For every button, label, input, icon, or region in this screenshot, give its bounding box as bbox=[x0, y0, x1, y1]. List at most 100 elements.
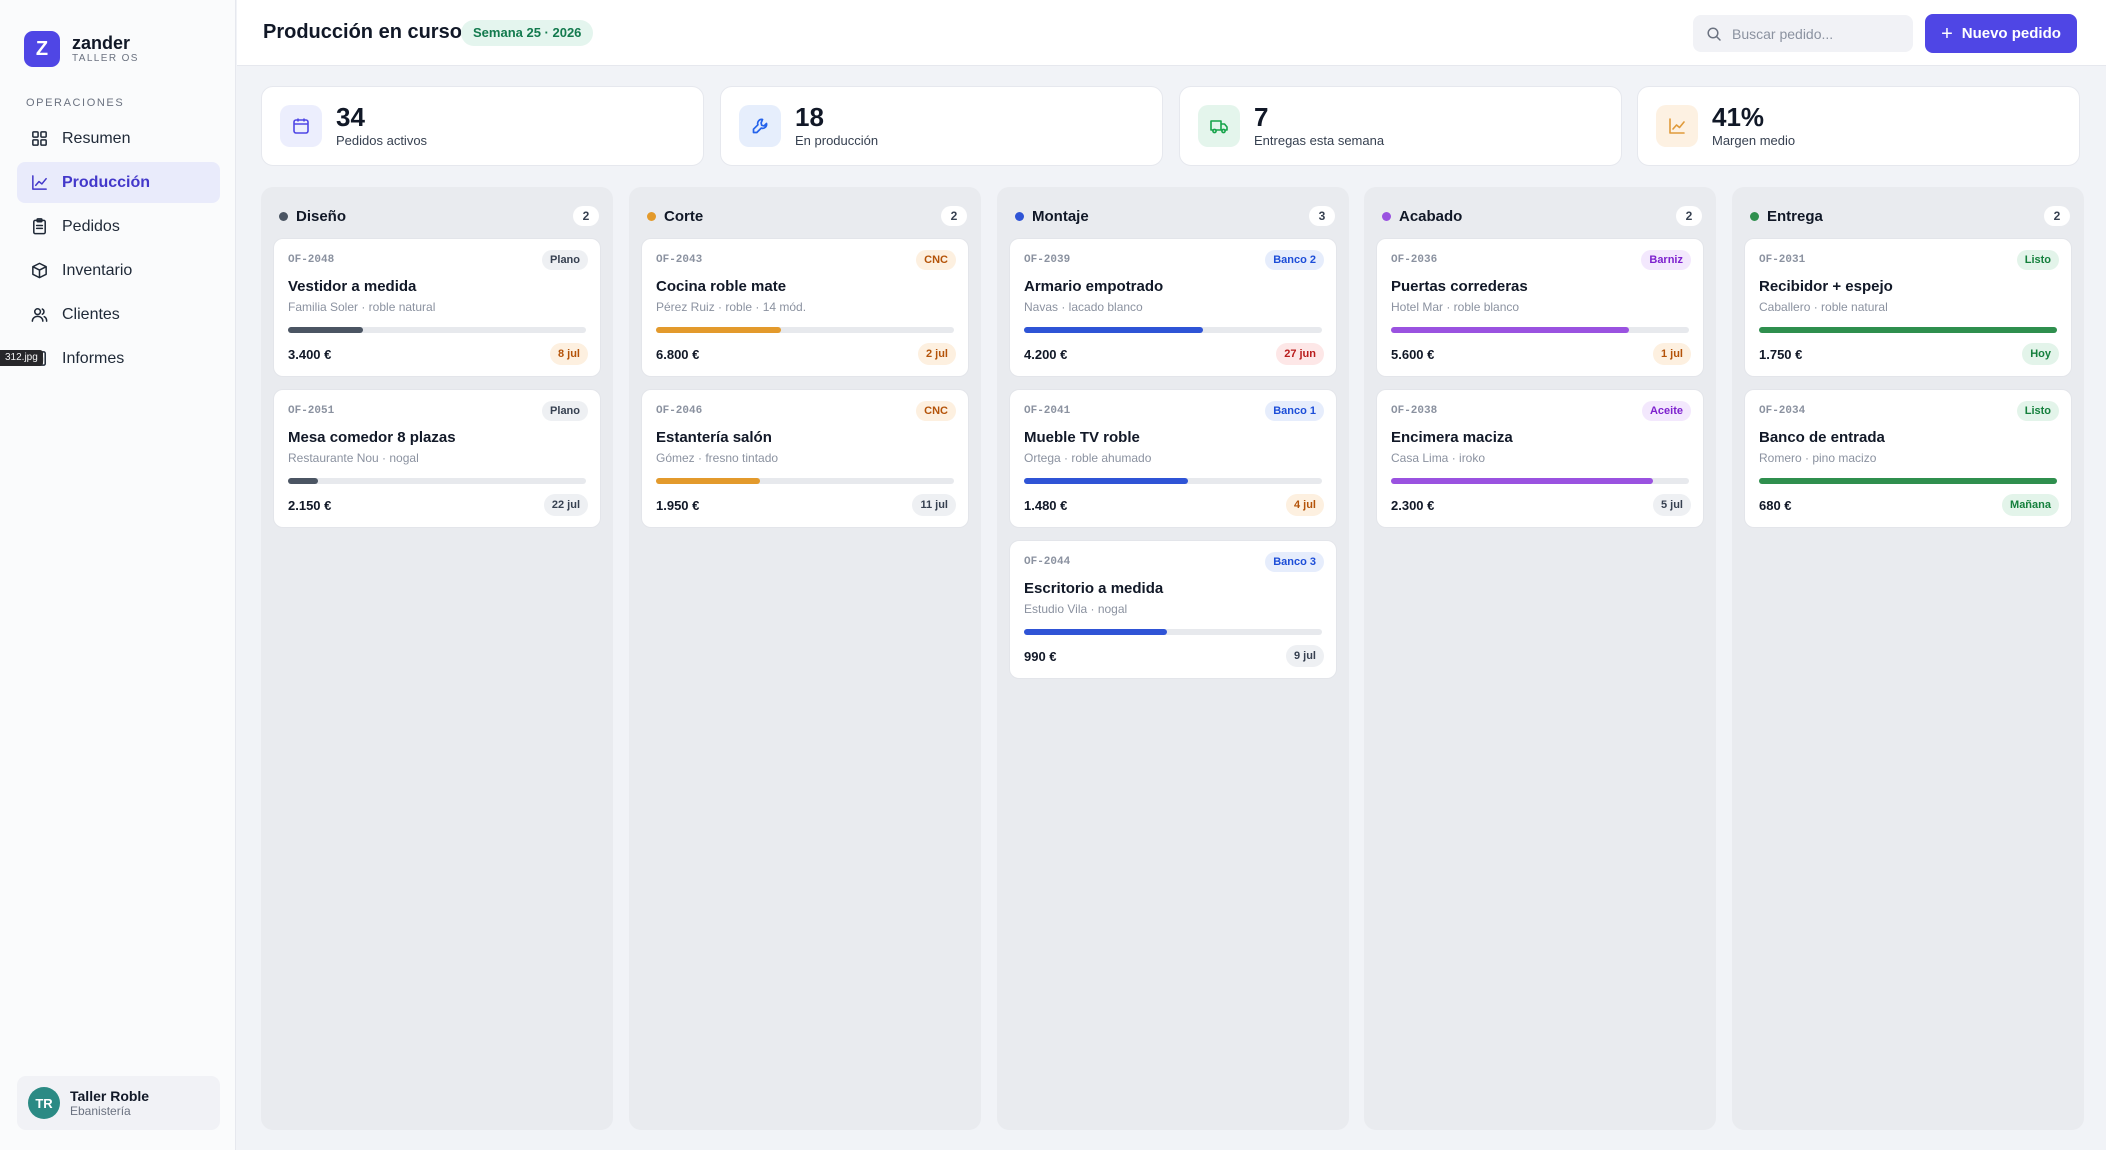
order-client: Casa Lima · iroko bbox=[1391, 451, 1486, 465]
users-icon bbox=[31, 308, 48, 322]
order-card[interactable]: OF-2044 Banco 3 Escritorio a medida Estudio… bbox=[1009, 540, 1337, 679]
column-count-badge: 2 bbox=[2044, 206, 2070, 226]
order-card[interactable]: OF-2031 Listo Recibidor + espejo Caballero … bbox=[1744, 238, 2072, 377]
user-card[interactable]: TR Taller Roble Ebanistería bbox=[17, 1076, 220, 1130]
progress-fill bbox=[1759, 327, 2057, 333]
box-icon bbox=[32, 262, 47, 279]
order-card[interactable]: OF-2036 Barniz Puertas correderas Hotel Mar… bbox=[1376, 238, 1704, 377]
progress-track bbox=[656, 327, 954, 333]
plus-icon: + bbox=[1941, 22, 1953, 45]
order-id: OF-2038 bbox=[1391, 405, 1438, 417]
progress-fill bbox=[1024, 327, 1203, 333]
stage-tag: Listo bbox=[2016, 401, 2059, 421]
stat-card-margin: 41% Margen medio bbox=[1637, 86, 2080, 166]
order-title: Encimera maciza bbox=[1391, 429, 1513, 446]
column-title: Corte bbox=[664, 207, 704, 225]
order-price: 5.600 € bbox=[1391, 347, 1435, 362]
calendar-icon bbox=[280, 105, 322, 147]
order-id: OF-2051 bbox=[288, 405, 335, 417]
sidebar-item-produccion[interactable]: Producción bbox=[17, 162, 220, 203]
due-date-badge: 11 jul bbox=[912, 494, 956, 516]
stage-tag: Plano bbox=[542, 401, 588, 421]
sidebar-item-label: Resumen bbox=[62, 129, 131, 147]
order-title: Mesa comedor 8 plazas bbox=[288, 429, 456, 446]
brand[interactable]: Z zander TALLER OS bbox=[24, 31, 139, 67]
kanban-board: Diseño 2 OF-2048 Plano Vestidor a medida Fami… bbox=[261, 187, 2084, 1130]
order-title: Armario empotrado bbox=[1024, 278, 1164, 295]
progress-track bbox=[1759, 327, 2057, 333]
file-name-tooltip: 312.jpg bbox=[0, 350, 43, 366]
chart-line-icon bbox=[32, 175, 47, 190]
column-header: Corte 2 bbox=[647, 203, 967, 229]
sidebar-item-label: Clientes bbox=[62, 305, 120, 323]
status-dot-icon bbox=[647, 211, 656, 221]
stat-card-deliveries: 7 Entregas esta semana bbox=[1179, 86, 1622, 166]
user-role: Ebanistería bbox=[70, 1104, 131, 1118]
stat-label: Margen medio bbox=[1712, 133, 1796, 148]
progress-fill bbox=[656, 478, 761, 484]
kanban-column: Acabado 2 OF-2036 Barniz Puertas correderas H… bbox=[1364, 187, 1716, 1130]
due-date-badge: 27 jun bbox=[1276, 343, 1324, 365]
kanban-column: Montaje 3 OF-2039 Banco 2 Armario empotrado N… bbox=[997, 187, 1349, 1130]
search-icon bbox=[1707, 26, 1721, 41]
column-count-badge: 3 bbox=[1309, 206, 1335, 226]
order-id: OF-2039 bbox=[1024, 254, 1071, 266]
sidebar-item-inventario[interactable]: Inventario bbox=[17, 250, 220, 291]
order-id: OF-2046 bbox=[656, 405, 703, 417]
order-id: OF-2048 bbox=[288, 254, 335, 266]
progress-fill bbox=[1024, 629, 1168, 635]
due-date-badge: Mañana bbox=[2002, 494, 2059, 516]
status-dot-icon bbox=[1015, 211, 1024, 221]
order-title: Vestidor a medida bbox=[288, 278, 417, 295]
order-card[interactable]: OF-2034 Listo Banco de entrada Romero · pin… bbox=[1744, 389, 2072, 528]
stage-tag: Banco 3 bbox=[1265, 552, 1324, 572]
order-client: Navas · lacado blanco bbox=[1024, 300, 1143, 314]
stat-label: Entregas esta semana bbox=[1254, 133, 1385, 148]
card-list: OF-2043 CNC Cocina roble mate Pérez Ruiz · … bbox=[641, 238, 969, 540]
order-id: OF-2044 bbox=[1024, 556, 1071, 568]
sidebar-item-clientes[interactable]: Clientes bbox=[17, 294, 220, 335]
stage-tag: CNC bbox=[916, 250, 956, 270]
progress-fill bbox=[288, 327, 363, 333]
order-title: Puertas correderas bbox=[1391, 278, 1528, 295]
progress-track bbox=[1759, 478, 2057, 484]
search-input[interactable] bbox=[1732, 25, 1902, 42]
order-card[interactable]: OF-2043 CNC Cocina roble mate Pérez Ruiz · … bbox=[641, 238, 969, 377]
trend-icon bbox=[1656, 105, 1698, 147]
order-client: Pérez Ruiz · roble · 14 mód. bbox=[656, 300, 807, 314]
progress-fill bbox=[1391, 327, 1630, 333]
order-client: Gómez · fresno tintado bbox=[656, 451, 779, 465]
order-card[interactable]: OF-2048 Plano Vestidor a medida Familia Sol… bbox=[273, 238, 601, 377]
order-client: Familia Soler · roble natural bbox=[288, 300, 436, 314]
column-count-badge: 2 bbox=[941, 206, 967, 226]
order-price: 1.950 € bbox=[656, 498, 700, 513]
progress-fill bbox=[1024, 478, 1188, 484]
card-list: OF-2039 Banco 2 Armario empotrado Navas · l… bbox=[1009, 238, 1337, 691]
order-title: Estantería salón bbox=[656, 429, 772, 446]
stat-card-in-production: 18 En producción bbox=[720, 86, 1163, 166]
order-card[interactable]: OF-2041 Banco 1 Mueble TV roble Ortega · ro… bbox=[1009, 389, 1337, 528]
sidebar-nav: Resumen Producción Pedidos Inventario Cl… bbox=[17, 118, 220, 382]
order-card[interactable]: OF-2039 Banco 2 Armario empotrado Navas · l… bbox=[1009, 238, 1337, 377]
due-date-badge: 9 jul bbox=[1285, 645, 1324, 667]
order-id: OF-2031 bbox=[1759, 254, 1806, 266]
sidebar-item-informes[interactable]: Informes bbox=[17, 338, 220, 379]
stage-tag: CNC bbox=[916, 401, 956, 421]
card-list: OF-2036 Barniz Puertas correderas Hotel Mar… bbox=[1376, 238, 1704, 540]
sidebar-item-resumen[interactable]: Resumen bbox=[17, 118, 220, 159]
due-date-badge: 2 jul bbox=[917, 343, 956, 365]
search-box[interactable] bbox=[1693, 15, 1913, 52]
column-count-badge: 2 bbox=[573, 206, 599, 226]
sidebar-item-pedidos[interactable]: Pedidos bbox=[17, 206, 220, 247]
order-client: Caballero · roble natural bbox=[1759, 300, 1888, 314]
order-card[interactable]: OF-2046 CNC Estantería salón Gómez · fresno… bbox=[641, 389, 969, 528]
order-card[interactable]: OF-2051 Plano Mesa comedor 8 plazas Restaur… bbox=[273, 389, 601, 528]
new-order-button[interactable]: + Nuevo pedido bbox=[1925, 14, 2077, 53]
order-id: OF-2036 bbox=[1391, 254, 1438, 266]
order-card[interactable]: OF-2038 Aceite Encimera maciza Casa Lima · … bbox=[1376, 389, 1704, 528]
column-title: Diseño bbox=[296, 207, 347, 225]
order-title: Cocina roble mate bbox=[656, 278, 787, 295]
wrench-icon bbox=[739, 105, 781, 147]
card-list: OF-2031 Listo Recibidor + espejo Caballero … bbox=[1744, 238, 2072, 540]
order-title: Escritorio a medida bbox=[1024, 580, 1164, 597]
